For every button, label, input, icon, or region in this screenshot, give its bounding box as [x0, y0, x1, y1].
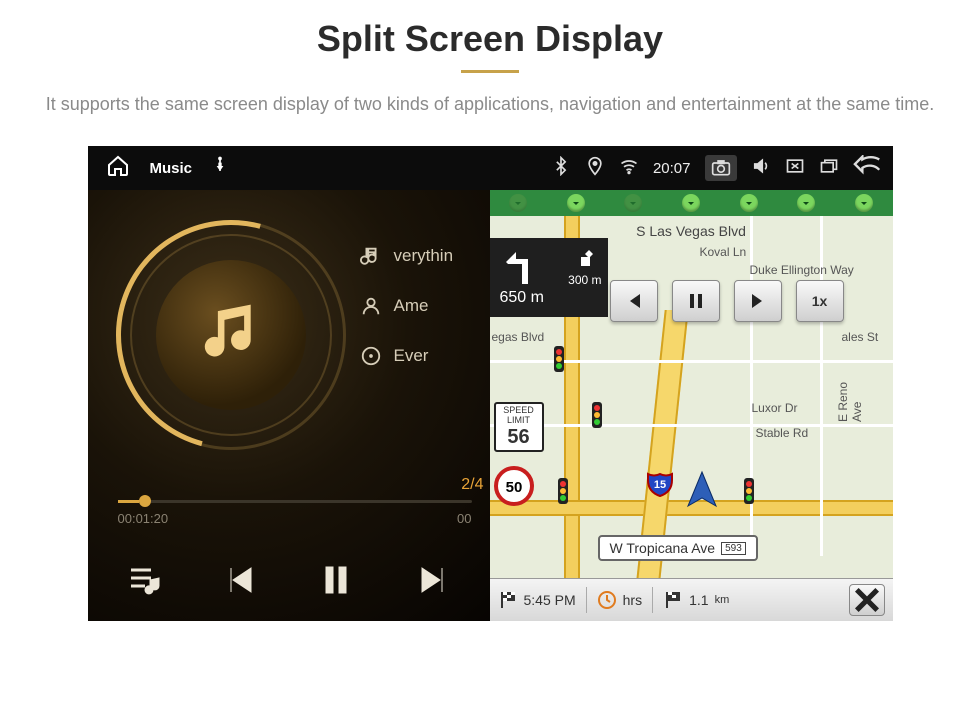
- traffic-light-icon: [552, 346, 566, 376]
- statusbar-right: 20:07: [551, 155, 893, 181]
- progress-area: 00:01:20 00: [118, 500, 472, 526]
- artist-row: Ame: [360, 295, 490, 317]
- page-subtitle: It supports the same screen display of t…: [0, 91, 980, 146]
- playlist-button[interactable]: [125, 562, 165, 603]
- turn-main-distance: 650 m: [496, 289, 602, 307]
- artist-name: Ame: [394, 296, 429, 316]
- download-indicator: [855, 194, 873, 212]
- location-icon: [585, 156, 605, 180]
- map-bottom-bar: 5:45 PM hrs 1.1 km: [490, 578, 893, 621]
- album-row: Ever: [360, 345, 490, 367]
- track-index: 2/4: [461, 476, 483, 494]
- usb-icon: [212, 156, 228, 180]
- svg-text:15: 15: [653, 479, 665, 491]
- album-disc: [116, 220, 346, 450]
- recent-apps-icon[interactable]: [819, 156, 839, 180]
- route-badge: 593: [721, 542, 746, 555]
- statusbar-left: Music: [88, 154, 551, 182]
- screenshot-button[interactable]: [705, 155, 737, 181]
- download-indicator: [567, 194, 585, 212]
- volume-icon[interactable]: [751, 156, 771, 180]
- artist-icon: [360, 295, 382, 317]
- progress-bar[interactable]: [118, 500, 472, 503]
- map-next-button[interactable]: [734, 280, 782, 322]
- map-download-bar: [490, 190, 893, 216]
- turn-right-icon: [575, 248, 595, 271]
- playback-speed-button[interactable]: 1x: [796, 280, 844, 322]
- street-label: egas Blvd: [492, 330, 545, 344]
- statusbar-time: 20:07: [653, 160, 691, 177]
- traffic-light-icon: [742, 478, 756, 508]
- device-screen: Music 20:07: [88, 146, 893, 621]
- back-icon[interactable]: [853, 155, 883, 181]
- map-pause-button[interactable]: [672, 280, 720, 322]
- hours-value: hrs: [623, 592, 642, 608]
- album-name: Ever: [394, 346, 429, 366]
- time-total: 00: [457, 511, 471, 526]
- map-close-button[interactable]: [849, 584, 885, 616]
- turn-instruction: 300 m 650 m: [490, 238, 608, 317]
- street-label: Koval Ln: [700, 245, 747, 259]
- navigation-panel[interactable]: S Las Vegas Blvd 300 m 650 m 1x egas Blv…: [490, 190, 893, 621]
- app-label: Music: [150, 160, 193, 177]
- music-panel: verythin Ame Ever 2/4 00:01:20 00: [88, 190, 490, 621]
- page-title: Split Screen Display: [0, 0, 980, 60]
- download-indicator: [740, 194, 758, 212]
- current-street-name: W Tropicana Ave: [610, 540, 716, 556]
- distance-unit: km: [715, 594, 730, 606]
- music-controls: [98, 562, 480, 603]
- street-label: Duke Ellington Way: [750, 263, 854, 277]
- download-indicator: [682, 194, 700, 212]
- distance-value: 1.1: [689, 592, 708, 608]
- traffic-light-icon: [556, 478, 570, 508]
- title-underline: [461, 70, 519, 73]
- street-label: Luxor Dr: [752, 401, 798, 415]
- eta-value: 5:45 PM: [524, 592, 576, 608]
- street-label: E Reno Ave: [836, 365, 864, 422]
- close-app-icon[interactable]: [785, 156, 805, 180]
- flag-icon: [663, 590, 683, 610]
- traffic-light-icon: [590, 402, 604, 432]
- page-root: Split Screen Display It supports the sam…: [0, 0, 980, 705]
- status-bar: Music 20:07: [88, 146, 893, 190]
- eta-segment: 5:45 PM: [498, 590, 576, 610]
- map-prev-button[interactable]: [610, 280, 658, 322]
- time-elapsed: 00:01:20: [118, 511, 169, 526]
- vehicle-cursor-icon: [680, 468, 724, 517]
- song-icon: [360, 245, 382, 267]
- distance-segment: 1.1 km: [663, 590, 729, 610]
- speed-limit-label: SPEED LIMIT: [496, 406, 542, 426]
- home-icon[interactable]: [106, 154, 130, 182]
- street-label: ales St: [842, 330, 879, 344]
- pause-button[interactable]: [316, 562, 356, 603]
- flag-icon: [498, 590, 518, 610]
- song-title: verythin: [394, 246, 454, 266]
- clock-icon: [597, 590, 617, 610]
- song-row: verythin: [360, 245, 490, 267]
- current-speed-badge: 50: [494, 466, 534, 506]
- speed-limit-value: 56: [496, 426, 542, 448]
- turn-next-distance: 300 m: [568, 273, 601, 287]
- top-street-label: S Las Vegas Blvd: [490, 223, 893, 239]
- music-note-icon: [196, 298, 266, 373]
- track-meta: verythin Ame Ever: [360, 245, 490, 395]
- street-label: Stable Rd: [756, 426, 809, 440]
- svg-text:50: 50: [505, 479, 522, 496]
- prev-button[interactable]: [221, 562, 261, 603]
- download-indicator: [509, 194, 527, 212]
- download-indicator: [797, 194, 815, 212]
- map-media-controls: 1x: [610, 280, 844, 322]
- speed-limit-sign: SPEED LIMIT 56: [494, 402, 544, 452]
- hours-segment: hrs: [597, 590, 642, 610]
- album-icon: [360, 345, 382, 367]
- next-button[interactable]: [412, 562, 452, 603]
- wifi-icon: [619, 156, 639, 180]
- download-indicator: [624, 194, 642, 212]
- interstate-shield-icon: 15: [646, 470, 674, 498]
- bluetooth-icon: [551, 156, 571, 180]
- current-street-pill: W Tropicana Ave 593: [598, 535, 758, 561]
